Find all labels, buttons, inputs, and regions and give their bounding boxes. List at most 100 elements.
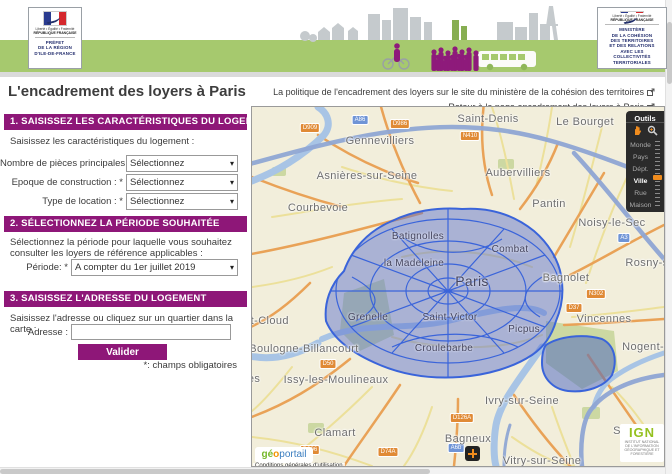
town-label: Vincennes xyxy=(577,313,632,325)
zoom-levels: MondePaysDépt.VilleRueMaison xyxy=(626,140,655,212)
header-banner-illustration xyxy=(0,0,672,72)
page-title: L'encadrement des loyers à Paris xyxy=(8,83,246,100)
district-label[interactable]: Grenelle xyxy=(348,312,388,323)
town-label: Saint-Cloud xyxy=(251,315,289,327)
periode-select[interactable]: A compter du 1er juillet 2019▾ xyxy=(71,259,238,276)
town-label: Bagneux xyxy=(445,433,491,445)
town-label: Sèvres xyxy=(251,373,260,385)
section1-header: 1. SAISISSEZ LES CARACTÉRISTIQUES DU LOG… xyxy=(4,114,247,130)
zoom-level-item[interactable]: Maison xyxy=(626,200,655,212)
district-label[interactable]: Picpus xyxy=(508,324,540,335)
type-location-select[interactable]: Sélectionnez▾ xyxy=(126,193,238,210)
horizontal-scrollbar-thumb[interactable] xyxy=(0,469,430,474)
road-shield: N410 xyxy=(460,131,480,141)
town-label: Noisy-le-Sec xyxy=(578,217,645,229)
map-container[interactable]: A86D909D986N410A3N302D37D50D906D74AA6bD1… xyxy=(251,106,665,467)
zoom-level-item[interactable]: Monde xyxy=(626,140,655,152)
french-flag-icon xyxy=(620,11,644,13)
town-label: Ivry-sur-Seine xyxy=(485,395,559,407)
road-shield: A86 xyxy=(352,115,369,125)
link-ministry-policy[interactable]: La politique de l'encadrement des loyers… xyxy=(273,85,655,100)
road-shield: D37 xyxy=(565,303,582,313)
district-label[interactable]: Combat xyxy=(492,244,529,255)
road-shield: A3 xyxy=(617,233,630,243)
town-label: Bagnolet xyxy=(543,272,590,284)
republic-label: RÉPUBLIQUE FRANÇAISE xyxy=(34,31,77,35)
field-row-adresse: Adresse : xyxy=(0,324,247,340)
road-shield: D74A xyxy=(377,447,398,457)
adresse-input[interactable] xyxy=(71,324,231,340)
prefet-logo: Liberté • Égalité • Fraternité RÉPUBLIQU… xyxy=(28,7,82,69)
zoom-level-item[interactable]: Rue xyxy=(626,188,655,200)
zoom-level-item[interactable]: Dépt. xyxy=(626,164,655,176)
road-shield: D986 xyxy=(390,119,410,129)
geoportail-logo[interactable]: géoportail xyxy=(255,447,313,463)
pan-hand-icon[interactable] xyxy=(632,125,643,136)
town-label: Asnières-sur-Seine xyxy=(317,170,418,182)
zoom-level-item[interactable]: Pays xyxy=(626,152,655,164)
zoom-level-item[interactable]: Ville xyxy=(626,176,655,188)
type-location-label: Type de location : * xyxy=(0,196,123,207)
town-label: Vitry-sur-Seine xyxy=(503,455,582,467)
epoque-label: Epoque de construction : * xyxy=(0,177,123,188)
field-row-epoque: Epoque de construction : * Sélectionnez▾ xyxy=(0,174,247,191)
district-label[interactable]: Paris xyxy=(455,273,488,289)
road-shield: D909 xyxy=(300,123,320,133)
road-shield: N302 xyxy=(586,289,606,299)
epoque-select[interactable]: Sélectionnez▾ xyxy=(126,174,238,191)
town-label: Saint-Denis xyxy=(457,113,518,125)
chevron-down-icon: ▾ xyxy=(230,159,234,168)
page: Liberté • Égalité • Fraternité RÉPUBLIQU… xyxy=(0,0,672,474)
ministry-line: COLLECTIVITÉS xyxy=(609,54,654,59)
periode-label: Période: * xyxy=(0,262,68,273)
zoom-tool-icon[interactable] xyxy=(647,125,658,136)
ministry-logo: Liberté • Égalité • Fraternité RÉPUBLIQU… xyxy=(597,7,667,69)
district-label[interactable]: Croulebarbe xyxy=(415,343,473,354)
zoom-slider-handle[interactable] xyxy=(653,175,662,180)
chevron-down-icon: ▾ xyxy=(230,263,234,272)
pieces-label: Nombre de pièces principales : * xyxy=(0,158,123,169)
field-row-pieces: Nombre de pièces principales : * Sélecti… xyxy=(0,155,247,172)
district-label[interactable]: Saint-Victor xyxy=(422,312,477,323)
district-label[interactable]: Batignolles xyxy=(392,231,444,242)
road-shield: D126A xyxy=(450,413,474,423)
ministry-line: TERRITORIALES xyxy=(609,60,654,65)
skyline-icon xyxy=(300,6,558,42)
town-label: Courbevoie xyxy=(288,202,348,214)
chevron-down-icon: ▾ xyxy=(230,178,234,187)
town-label: Nogent-sur-Marne xyxy=(622,341,665,353)
vertical-scrollbar-thumb[interactable] xyxy=(667,22,672,84)
ign-logo: IGN INSTITUT NATIONAL DE L'INFORMATION G… xyxy=(620,424,664,462)
town-label: Gennevilliers xyxy=(346,135,415,147)
map-tools-panel: Outils MondePaysDépt.VilleRueMaison xyxy=(626,111,664,212)
tools-title: Outils xyxy=(626,111,664,123)
section2-header: 2. SÉLECTIONNEZ LA PÉRIODE SOUHAITÉE xyxy=(4,216,247,232)
chevron-down-icon: ▾ xyxy=(230,197,234,206)
french-flag-icon xyxy=(43,11,67,26)
banner-divider xyxy=(0,72,672,77)
road-shield: D50 xyxy=(319,359,336,369)
recenter-icon[interactable] xyxy=(465,446,480,461)
bois-de-vincennes-overlay xyxy=(542,336,615,391)
town-label: Rosny-sous-Bois xyxy=(625,257,665,269)
ministry-text: MINISTÈREDE LA COHÉSIONDES TERRITOIRESET… xyxy=(609,27,654,65)
field-row-type-location: Type de location : * Sélectionnez▾ xyxy=(0,193,247,210)
town-label: Pantin xyxy=(532,198,566,210)
adresse-label: Adresse : xyxy=(0,327,68,338)
vertical-scrollbar[interactable] xyxy=(665,0,672,474)
horizontal-scrollbar[interactable] xyxy=(0,467,665,474)
required-fields-note: *: champs obligatoires xyxy=(0,360,237,371)
section1-intro: Saisissez les caractéristiques du logeme… xyxy=(10,136,242,147)
town-label: Issy-les-Moulineaux xyxy=(284,374,389,386)
pieces-select[interactable]: Sélectionnez▾ xyxy=(126,155,238,172)
town-label: Boulogne-Billancourt xyxy=(251,343,359,355)
crowd-icon xyxy=(431,46,478,71)
ministry-line: ET DES RELATIONS xyxy=(609,43,654,48)
external-link-icon xyxy=(647,88,655,96)
district-label[interactable]: la Madeleine xyxy=(384,258,444,269)
prefet-text: PRÉFETDE LA RÉGIOND'ILE-DE-FRANCE xyxy=(34,40,75,56)
town-label: Aubervilliers xyxy=(485,167,550,179)
section2-intro: Sélectionnez la période pour laquelle vo… xyxy=(10,237,242,259)
prefet-line: D'ILE-DE-FRANCE xyxy=(34,51,75,56)
valider-button[interactable]: Valider xyxy=(78,344,167,360)
